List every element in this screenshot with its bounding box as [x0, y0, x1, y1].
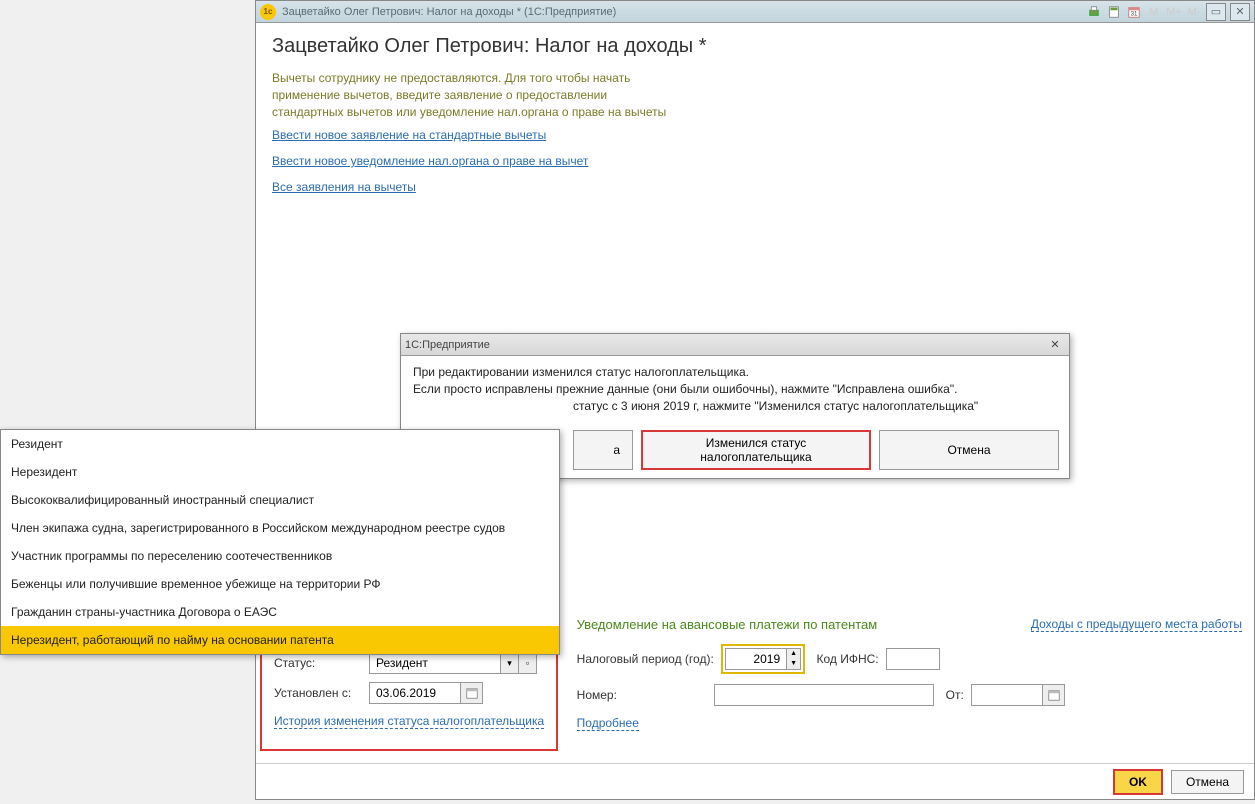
status-input[interactable] [370, 653, 500, 673]
spin-up-icon[interactable]: ▲ [787, 649, 800, 659]
info-text: Вычеты сотруднику не предоставляются. Дл… [272, 70, 672, 120]
calendar-picker-icon[interactable] [460, 683, 482, 703]
cancel-button[interactable]: Отмена [1171, 770, 1244, 794]
notice-section-title: Уведомление на авансовые платежи по пате… [577, 617, 1065, 632]
dialog-close-icon[interactable]: ✕ [1045, 336, 1065, 354]
spin-down-icon[interactable]: ▼ [787, 659, 800, 669]
m2-icon[interactable]: M+ [1166, 4, 1182, 20]
status-combo[interactable]: ▾ ▫ [369, 652, 537, 674]
m3-icon[interactable]: M- [1186, 4, 1202, 20]
link-new-standard[interactable]: Ввести новое заявление на стандартные вы… [272, 128, 546, 142]
calc-icon[interactable] [1106, 4, 1122, 20]
dialog-line3: статус с 3 июня 2019 г, нажмите "Изменил… [413, 398, 1057, 415]
year-spinner[interactable]: ▲▼ [786, 649, 800, 669]
more-link[interactable]: Подробнее [577, 716, 639, 731]
dialog-line1: При редактировании изменился статус нало… [413, 364, 1057, 381]
history-link[interactable]: История изменения статуса налогоплательщ… [274, 714, 544, 729]
window-title: Зацветайко Олег Петрович: Налог на доход… [282, 6, 1086, 18]
dropdown-item[interactable]: Гражданин страны-участника Договора о ЕА… [1, 598, 559, 626]
number-label: Номер: [577, 688, 617, 702]
dialog-btn-cancel[interactable]: Отмена [879, 430, 1059, 470]
date-input[interactable] [369, 682, 483, 704]
period-label: Налоговый период (год): [577, 652, 714, 666]
print-icon[interactable] [1086, 4, 1102, 20]
ifns-input[interactable] [886, 648, 940, 670]
minimize-button[interactable]: ▭ [1206, 3, 1226, 21]
dialog-titlebar: 1С:Предприятие ✕ [401, 334, 1069, 356]
date-field[interactable] [370, 683, 460, 703]
dropdown-item[interactable]: Участник программы по переселению соотеч… [1, 542, 559, 570]
year-highlight: ▲▼ [721, 644, 805, 674]
close-button[interactable]: ✕ [1230, 3, 1250, 21]
notice-section: Уведомление на авансовые платежи по пате… [577, 617, 1065, 741]
dialog-body: При редактировании изменился статус нало… [401, 356, 1069, 422]
footer-bar: OK Отмена [256, 763, 1254, 799]
dialog-btn-error-fixed[interactable]: а [573, 430, 633, 470]
dialog-btn-status-changed[interactable]: Изменился статус налогоплательщика [641, 430, 871, 470]
ifns-label: Код ИФНС: [816, 652, 878, 666]
dialog-title: 1С:Предприятие [405, 339, 1045, 351]
date-label: Установлен с: [274, 686, 369, 700]
from-label: От: [946, 688, 964, 702]
dropdown-item[interactable]: Беженцы или получившие временное убежище… [1, 570, 559, 598]
page-heading: Зацветайко Олег Петрович: Налог на доход… [272, 35, 1238, 58]
dropdown-item[interactable]: Резидент [1, 430, 559, 458]
dropdown-item[interactable]: Высококвалифицированный иностранный спец… [1, 486, 559, 514]
calendar-icon[interactable]: 31 [1126, 4, 1142, 20]
from-date-field[interactable] [972, 685, 1042, 705]
combo-open-icon[interactable]: ▫ [518, 653, 536, 673]
year-input[interactable]: ▲▼ [725, 648, 801, 670]
combo-dropdown-icon[interactable]: ▾ [500, 653, 518, 673]
from-date[interactable] [971, 684, 1065, 706]
link-all-apps[interactable]: Все заявления на вычеты [272, 180, 416, 194]
link-new-notice[interactable]: Ввести новое уведомление нал.органа о пр… [272, 154, 588, 168]
app-icon: 1c [260, 4, 276, 20]
dropdown-item[interactable]: Член экипажа судна, зарегистрированного … [1, 514, 559, 542]
ok-button[interactable]: OK [1113, 769, 1163, 795]
year-field[interactable] [726, 649, 786, 669]
from-calendar-icon[interactable] [1042, 685, 1064, 705]
status-label: Статус: [274, 656, 369, 670]
dropdown-item[interactable]: Нерезидент, работающий по найму на основ… [1, 626, 559, 654]
prev-income-link[interactable]: Доходы с предыдущего места работы [1031, 617, 1242, 632]
dropdown-item[interactable]: Нерезидент [1, 458, 559, 486]
number-input[interactable] [714, 684, 934, 706]
dialog-line2: Если просто исправлены прежние данные (о… [413, 381, 1057, 398]
titlebar: 1c Зацветайко Олег Петрович: Налог на до… [256, 1, 1254, 23]
status-dropdown[interactable]: РезидентНерезидентВысококвалифицированны… [0, 429, 560, 655]
svg-text:31: 31 [1131, 10, 1138, 17]
m-icon[interactable]: M [1146, 4, 1162, 20]
